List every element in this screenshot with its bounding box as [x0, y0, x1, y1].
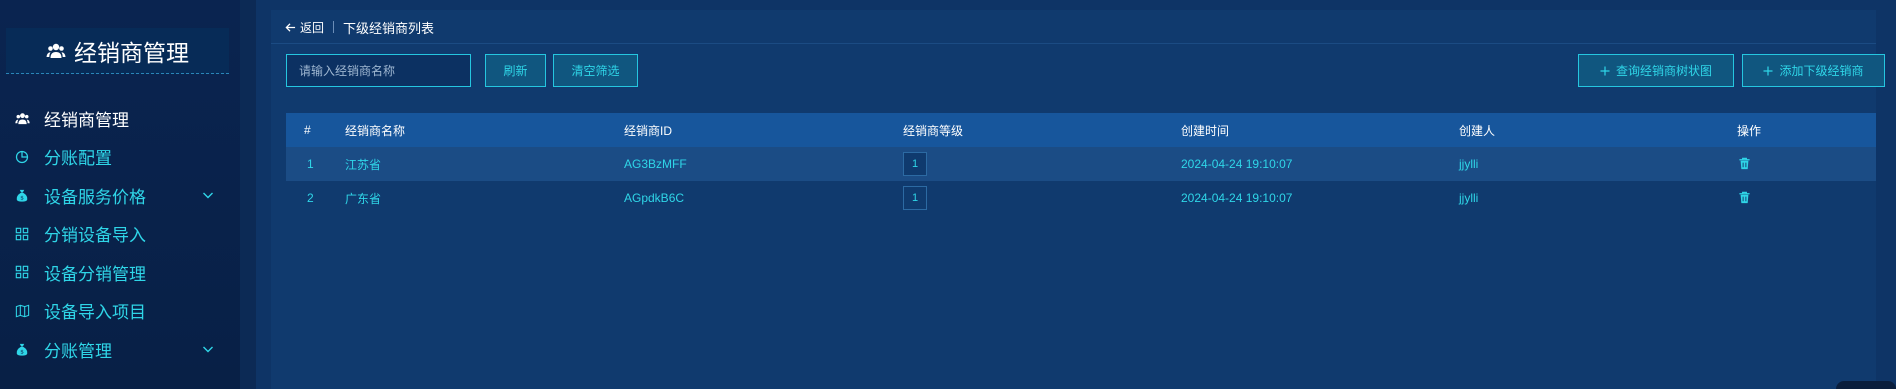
main-content: 返回 下级经销商列表 刷新 清空筛选 查询经销商树状图 添加下级经销商 # 经销… — [256, 0, 1896, 389]
grid-icon — [14, 226, 30, 242]
clear-filter-button[interactable]: 清空筛选 — [553, 54, 638, 87]
sidebar: 经销商管理 经销商管理 分账配置 $ 设备服务价格 分销设备导入 设备分销管理 … — [0, 0, 240, 389]
row-index: 1 — [307, 157, 314, 171]
trash-icon[interactable] — [1738, 191, 1751, 204]
table-row: 2 广东省 AGpdkB6C 1 2024-04-24 19:10:07 jjy… — [286, 181, 1876, 215]
column-header-name: 经销商名称 — [345, 123, 406, 138]
dealer-table: # 经销商名称 经销商ID 经销商等级 创建时间 创建人 操作 1 江苏省 AG… — [286, 113, 1876, 215]
add-sub-dealer-button[interactable]: 添加下级经销商 — [1742, 54, 1885, 87]
chevron-down-icon[interactable] — [202, 343, 214, 355]
row-index: 2 — [307, 191, 314, 205]
query-dealer-tree-label: 查询经销商树状图 — [1615, 64, 1712, 78]
sidebar-menu: 经销商管理 分账配置 $ 设备服务价格 分销设备导入 设备分销管理 设备导入项目… — [0, 99, 240, 369]
sidebar-item-label: 设备分销管理 — [44, 264, 146, 284]
money-bag-icon: $ — [14, 187, 30, 203]
sidebar-item-device-distribution-management[interactable]: 设备分销管理 — [0, 253, 240, 292]
breadcrumb-separator — [333, 21, 335, 33]
creator: jjylli — [1459, 191, 1479, 205]
page-title: 下级经销商列表 — [343, 20, 435, 36]
pie-chart-icon — [14, 149, 30, 165]
dealer-name: 江苏省 — [345, 157, 382, 172]
sidebar-item-split-config[interactable]: 分账配置 — [0, 138, 240, 177]
sidebar-item-dealer-management[interactable]: 经销商管理 — [0, 99, 240, 138]
column-header-level: 经销商等级 — [903, 123, 964, 138]
column-header-creator: 创建人 — [1459, 123, 1496, 138]
sidebar-item-device-service-price[interactable]: $ 设备服务价格 — [0, 176, 240, 215]
trash-icon[interactable] — [1738, 157, 1751, 170]
back-button[interactable]: 返回 — [285, 19, 324, 36]
users-icon — [46, 43, 66, 58]
sidebar-item-label: 设备导入项目 — [44, 303, 146, 323]
sidebar-item-label: 分账管理 — [44, 341, 112, 361]
created-time: 2024-04-24 19:10:07 — [1181, 157, 1293, 171]
dealer-name-search-input[interactable] — [286, 54, 471, 87]
money-bag-icon: $ — [14, 341, 30, 357]
sidebar-item-label: 经销商管理 — [44, 110, 129, 130]
users-icon — [14, 110, 30, 126]
sidebar-item-label: 设备服务价格 — [44, 187, 146, 207]
grid-icon — [14, 264, 30, 280]
created-time: 2024-04-24 19:10:07 — [1181, 191, 1293, 205]
dealer-level-badge: 1 — [903, 152, 927, 176]
column-header-index: # — [304, 123, 311, 137]
refresh-label: 刷新 — [503, 64, 528, 78]
dealer-id: AGpdkB6C — [624, 191, 685, 205]
breadcrumb: 返回 下级经销商列表 — [285, 17, 434, 37]
dealer-name: 广东省 — [345, 191, 382, 206]
floating-widget-edge[interactable] — [1836, 381, 1896, 389]
sidebar-item-label: 分销设备导入 — [44, 226, 146, 246]
refresh-button[interactable]: 刷新 — [485, 54, 546, 87]
header-divider — [271, 43, 1876, 44]
dealer-level-badge: 1 — [903, 186, 927, 210]
table-header-row: # 经销商名称 经销商ID 经销商等级 创建时间 创建人 操作 — [286, 113, 1876, 147]
dealer-id: AG3BzMFF — [624, 157, 687, 171]
map-icon — [14, 303, 30, 319]
arrow-left-icon — [285, 22, 296, 32]
sidebar-brand: 经销商管理 — [6, 28, 229, 74]
column-header-actions: 操作 — [1737, 123, 1762, 138]
plus-icon — [1600, 66, 1610, 75]
column-header-created-time: 创建时间 — [1181, 123, 1230, 138]
sidebar-item-device-import-project[interactable]: 设备导入项目 — [0, 292, 240, 331]
sidebar-item-split-management[interactable]: $ 分账管理 — [0, 330, 240, 369]
add-sub-dealer-label: 添加下级经销商 — [1779, 64, 1864, 78]
plus-icon — [1763, 66, 1773, 75]
table-row: 1 江苏省 AG3BzMFF 1 2024-04-24 19:10:07 jjy… — [286, 147, 1876, 181]
sidebar-divider — [240, 0, 256, 389]
creator: jjylli — [1459, 157, 1479, 171]
back-label: 返回 — [300, 20, 325, 35]
clear-filter-label: 清空筛选 — [571, 64, 620, 78]
content-panel: 返回 下级经销商列表 刷新 清空筛选 查询经销商树状图 添加下级经销商 # 经销… — [271, 10, 1885, 389]
sidebar-item-label: 分账配置 — [44, 149, 112, 169]
chevron-down-icon[interactable] — [202, 189, 214, 201]
query-dealer-tree-button[interactable]: 查询经销商树状图 — [1578, 54, 1734, 87]
column-header-id: 经销商ID — [624, 123, 673, 138]
svg-text:$: $ — [20, 195, 24, 201]
sidebar-item-distribution-device-import[interactable]: 分销设备导入 — [0, 215, 240, 254]
sidebar-title: 经销商管理 — [74, 39, 189, 66]
svg-text:$: $ — [20, 349, 24, 355]
